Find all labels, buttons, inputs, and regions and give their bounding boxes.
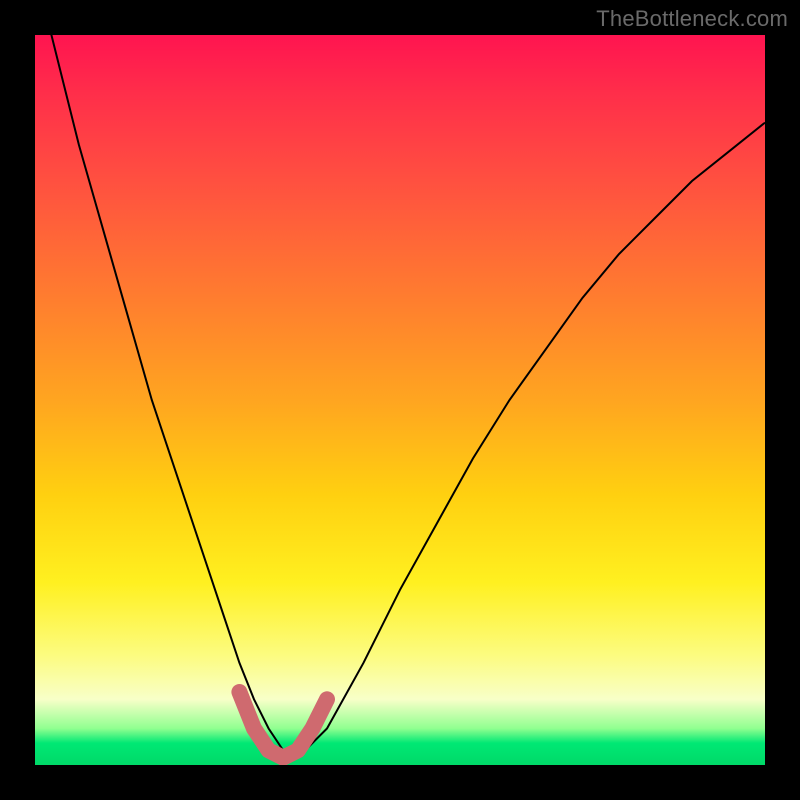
optimal-zone-highlight xyxy=(239,692,327,758)
outer-frame: TheBottleneck.com xyxy=(0,0,800,800)
chart-svg xyxy=(35,35,765,765)
chart-plot-area xyxy=(35,35,765,765)
watermark-text: TheBottleneck.com xyxy=(596,6,788,32)
bottleneck-curve xyxy=(35,35,765,758)
